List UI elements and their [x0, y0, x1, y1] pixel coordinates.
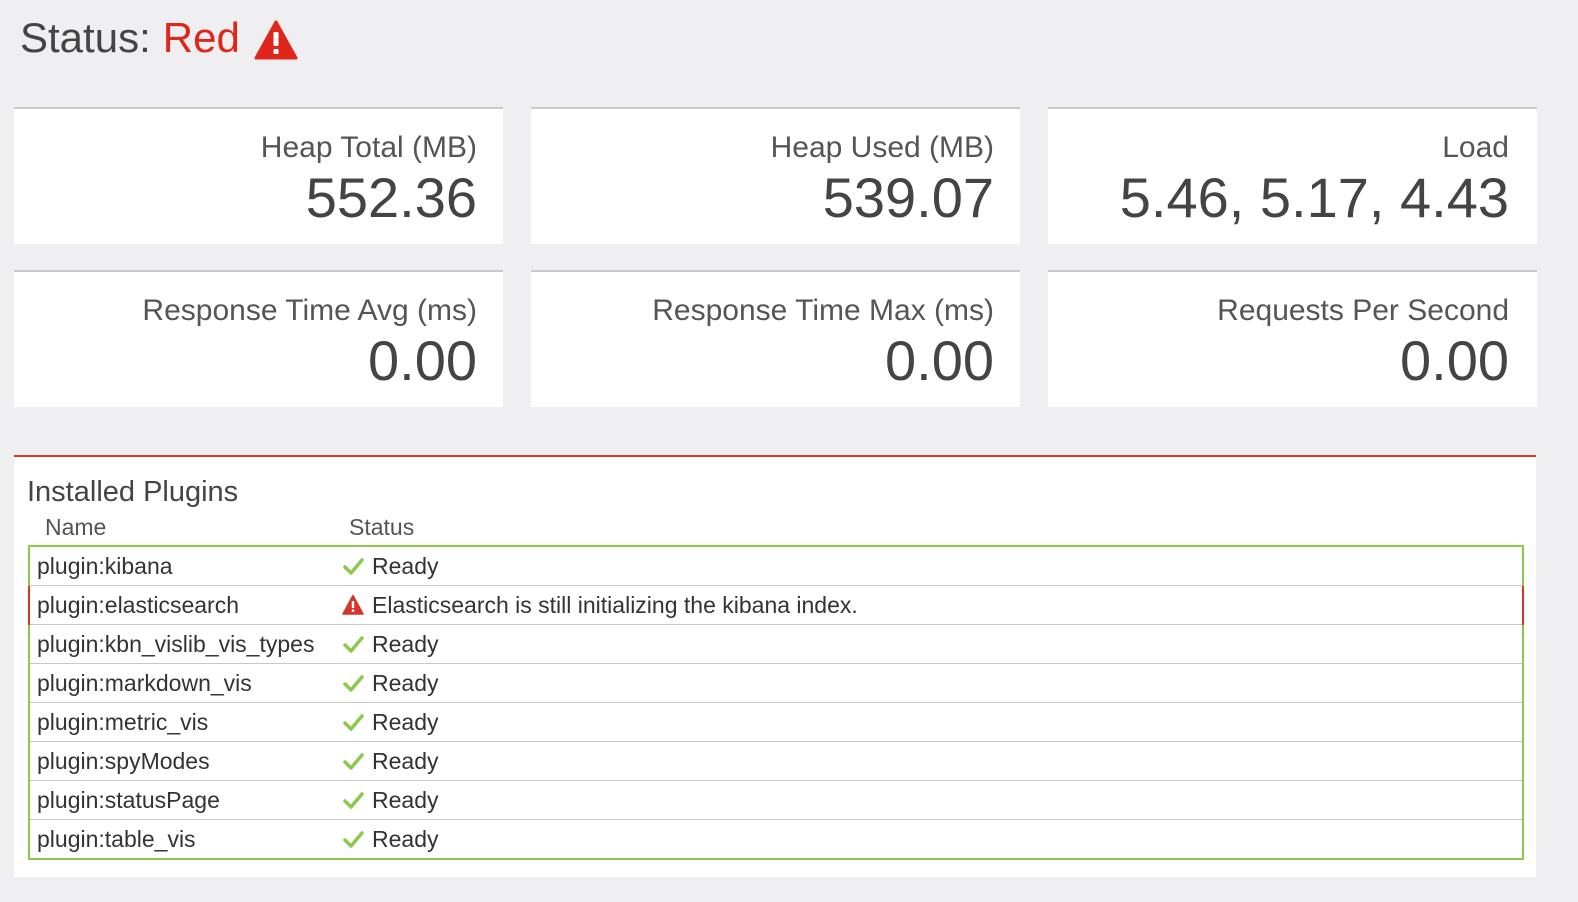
plugin-name: plugin:spyModes — [28, 741, 335, 781]
column-header-name: Name — [45, 514, 107, 540]
plugin-name: plugin:markdown_vis — [28, 663, 335, 703]
metric-value: 0.00 — [1400, 329, 1509, 392]
plugin-name: plugin:table_vis — [28, 819, 335, 860]
metric-value: 0.00 — [885, 329, 994, 392]
check-icon — [342, 828, 372, 850]
plugin-status-text: Ready — [372, 747, 439, 774]
table-row: plugin:elasticsearch Elasticsearch is sti… — [28, 585, 1524, 625]
check-icon — [342, 555, 372, 577]
check-icon — [342, 750, 372, 772]
warning-icon — [342, 594, 372, 616]
plugin-status: Elasticsearch is still initializing the … — [335, 585, 1524, 625]
table-row: plugin:markdown_vis Ready — [28, 663, 1524, 703]
metric-title: Response Time Max (ms) — [652, 294, 994, 327]
metric-value: 539.07 — [822, 166, 994, 229]
table-row: plugin:kibana Ready — [28, 545, 1524, 586]
plugin-status: Ready — [335, 545, 1524, 586]
plugin-status-text: Ready — [372, 708, 439, 735]
metric-title: Load — [1442, 131, 1509, 164]
metric-heap-total: Heap Total (MB) 552.36 — [14, 107, 503, 244]
plugin-status: Ready — [335, 624, 1524, 664]
plugins-table: plugin:kibana Ready plugin:elasticsearch El… — [28, 545, 1524, 860]
column-header-status: Status — [349, 514, 415, 540]
status-value: Red — [162, 14, 240, 61]
metric-value: 0.00 — [368, 329, 477, 392]
plugin-status-text: Elasticsearch is still initializing the … — [372, 591, 858, 618]
plugin-status-text: Ready — [372, 669, 439, 696]
table-row: plugin:metric_vis Ready — [28, 702, 1524, 742]
metrics-grid: Heap Total (MB) 552.36 Heap Used (MB) 53… — [14, 107, 1537, 407]
plugin-name: plugin:kibana — [28, 545, 335, 586]
overall-status: Status: Red — [20, 10, 298, 66]
plugin-status: Ready — [335, 780, 1524, 820]
metric-response-time-avg: Response Time Avg (ms) 0.00 — [14, 270, 503, 407]
plugin-status-text: Ready — [372, 552, 439, 579]
status-label: Status: — [20, 14, 151, 61]
check-icon — [342, 711, 372, 733]
metric-load: Load 5.46, 5.17, 4.43 — [1048, 107, 1537, 244]
metric-value: 552.36 — [305, 166, 477, 229]
table-row: plugin:table_vis Ready — [28, 819, 1524, 860]
plugin-status-text: Ready — [372, 630, 439, 657]
table-row: plugin:kbn_vislib_vis_types Ready — [28, 624, 1524, 664]
metric-response-time-max: Response Time Max (ms) 0.00 — [531, 270, 1020, 407]
metric-title: Heap Total (MB) — [260, 131, 477, 164]
check-icon — [342, 789, 372, 811]
metric-title: Heap Used (MB) — [770, 131, 994, 164]
plugin-status-text: Ready — [372, 786, 439, 813]
metric-heap-used: Heap Used (MB) 539.07 — [531, 107, 1020, 244]
table-row: plugin:spyModes Ready — [28, 741, 1524, 781]
plugin-status: Ready — [335, 819, 1524, 860]
check-icon — [342, 672, 372, 694]
check-icon — [342, 633, 372, 655]
plugin-status: Ready — [335, 663, 1524, 703]
installed-plugins-panel: Installed Plugins Name Status plugin:kib… — [14, 455, 1536, 877]
metric-value: 5.46, 5.17, 4.43 — [1119, 166, 1509, 229]
plugin-name: plugin:elasticsearch — [28, 585, 335, 625]
table-row: plugin:statusPage Ready — [28, 780, 1524, 820]
metric-title: Requests Per Second — [1217, 294, 1509, 327]
plugin-name: plugin:kbn_vislib_vis_types — [28, 624, 335, 664]
plugin-name: plugin:statusPage — [28, 780, 335, 820]
plugin-status: Ready — [335, 702, 1524, 742]
plugin-status: Ready — [335, 741, 1524, 781]
warning-icon — [254, 18, 298, 60]
metric-title: Response Time Avg (ms) — [142, 294, 477, 327]
plugins-title: Installed Plugins — [27, 476, 239, 508]
plugin-status-text: Ready — [372, 825, 439, 852]
plugin-name: plugin:metric_vis — [28, 702, 335, 742]
metric-requests-per-second: Requests Per Second 0.00 — [1048, 270, 1537, 407]
